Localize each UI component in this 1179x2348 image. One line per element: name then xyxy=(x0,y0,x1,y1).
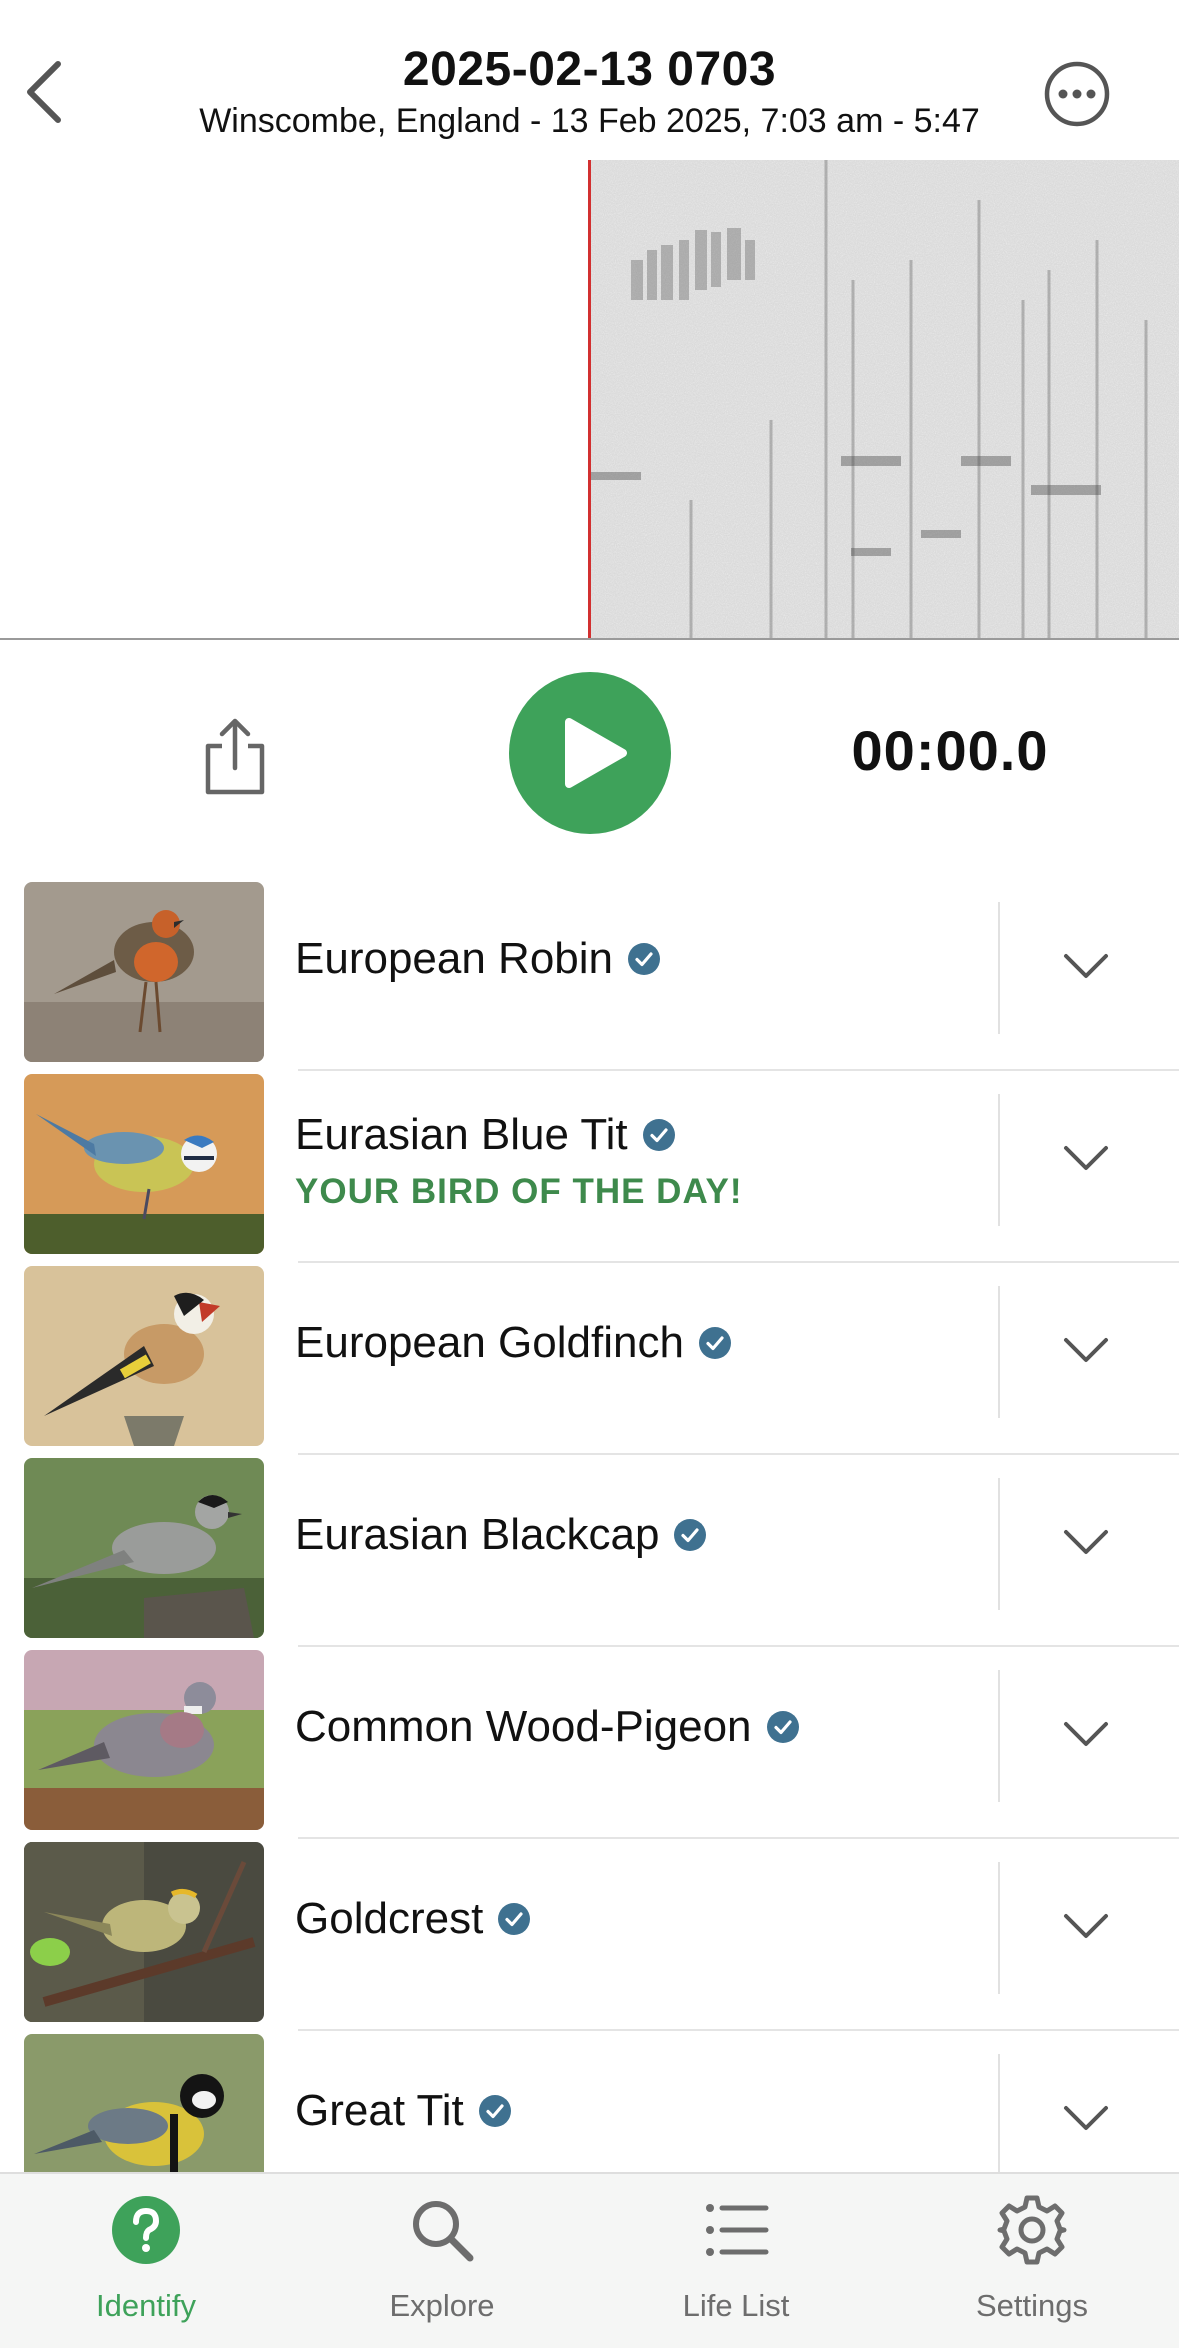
playhead[interactable] xyxy=(588,160,591,640)
row-divider xyxy=(298,1645,1179,1647)
chevron-down-icon[interactable] xyxy=(1060,940,1112,992)
bird-name: Common Wood-Pigeon xyxy=(295,1702,752,1751)
verified-badge-icon xyxy=(642,1119,675,1151)
list-icon xyxy=(706,2204,769,2256)
species-list: European Robin Eurasian Blue Tit YOUR BI… xyxy=(0,880,1179,2172)
bird-name: European Robin xyxy=(295,934,614,983)
recording-subtitle: Winscombe, England - 13 Feb 2025, 7:03 a… xyxy=(199,102,980,140)
verified-badge-icon xyxy=(498,1903,531,1935)
bird-name: Eurasian Blue Tit xyxy=(295,1110,628,1159)
row-divider xyxy=(298,2029,1179,2031)
bird-photo xyxy=(24,882,264,1062)
bird-photo xyxy=(24,1458,264,1638)
chevron-down-icon[interactable] xyxy=(1060,1132,1112,1184)
recording-title: 2025-02-13 0703 xyxy=(402,43,777,96)
play-icon xyxy=(565,718,627,788)
list-item[interactable]: Great Tit xyxy=(0,2032,1179,2172)
bird-name-line: Eurasian Blue Tit xyxy=(295,1110,676,1160)
bird-photo xyxy=(24,2034,264,2172)
bird-photo xyxy=(24,1650,264,1830)
playback-timer: 00:00.0 xyxy=(851,719,1049,782)
list-item[interactable]: Eurasian Blue Tit YOUR BIRD OF THE DAY! xyxy=(0,1072,1179,1264)
tab-settings[interactable]: Settings xyxy=(922,2174,1142,2348)
tab-label: Life List xyxy=(682,2288,790,2323)
bird-name-line: European Goldfinch xyxy=(295,1318,732,1368)
identify-icon xyxy=(112,2196,180,2264)
bird-name-line: European Robin xyxy=(295,934,661,984)
bird-name: Goldcrest xyxy=(295,1894,484,1943)
chevron-down-icon[interactable] xyxy=(1060,2092,1112,2144)
tab-explore[interactable]: Explore xyxy=(332,2174,552,2348)
verified-badge-icon xyxy=(766,1711,799,1743)
bird-photo xyxy=(24,1074,264,1254)
chevron-down-icon[interactable] xyxy=(1060,1708,1112,1760)
tab-identify[interactable]: Identify xyxy=(36,2174,256,2348)
chevron-down-icon[interactable] xyxy=(1060,1516,1112,1568)
tab-life-list[interactable]: Life List xyxy=(626,2174,846,2348)
play-button[interactable] xyxy=(509,672,671,834)
row-divider xyxy=(298,1837,1179,1839)
list-item[interactable]: Eurasian Blackcap xyxy=(0,1456,1179,1648)
row-divider xyxy=(298,1453,1179,1455)
list-item[interactable]: European Robin xyxy=(0,880,1179,1072)
divider xyxy=(0,638,1179,640)
bird-name: Great Tit xyxy=(295,2086,464,2135)
column-divider xyxy=(998,1670,1000,1802)
tab-label: Settings xyxy=(975,2288,1088,2323)
bird-name-line: Goldcrest xyxy=(295,1894,531,1944)
column-divider xyxy=(998,1094,1000,1226)
verified-badge-icon xyxy=(628,943,661,975)
more-icon xyxy=(1044,61,1110,127)
column-divider xyxy=(998,1862,1000,1994)
bird-of-the-day-badge: YOUR BIRD OF THE DAY! xyxy=(295,1172,743,1211)
share-button[interactable] xyxy=(200,716,270,796)
bird-photo xyxy=(24,1842,264,2022)
verified-badge-icon xyxy=(478,2095,511,2127)
list-item[interactable]: Goldcrest xyxy=(0,1840,1179,2032)
tab-bar: Identify Explore Life List Settings xyxy=(0,2172,1179,2348)
bird-name: Eurasian Blackcap xyxy=(295,1510,660,1559)
bird-name-line: Common Wood-Pigeon xyxy=(295,1702,800,1752)
row-divider xyxy=(298,1261,1179,1263)
column-divider xyxy=(998,902,1000,1034)
verified-badge-icon xyxy=(698,1327,731,1359)
verified-badge-icon xyxy=(674,1519,707,1551)
bird-name: European Goldfinch xyxy=(295,1318,684,1367)
more-options-button[interactable] xyxy=(1043,60,1111,128)
bird-photo xyxy=(24,1266,264,1446)
header: 2025-02-13 0703 Winscombe, England - 13 … xyxy=(0,0,1179,160)
chevron-down-icon[interactable] xyxy=(1060,1900,1112,1952)
bird-name-line: Great Tit xyxy=(295,2086,512,2136)
search-icon xyxy=(413,2201,474,2262)
tab-label: Explore xyxy=(389,2288,495,2323)
bird-name-line: Eurasian Blackcap xyxy=(295,1510,707,1560)
gear-icon xyxy=(997,2195,1067,2265)
column-divider xyxy=(998,1286,1000,1418)
tab-label: Identify xyxy=(96,2288,196,2323)
spectrogram-image xyxy=(591,160,1179,640)
list-item[interactable]: European Goldfinch xyxy=(0,1264,1179,1456)
chevron-down-icon[interactable] xyxy=(1060,1324,1112,1376)
share-icon xyxy=(205,718,265,795)
column-divider xyxy=(998,1478,1000,1610)
spectrogram[interactable] xyxy=(0,160,1179,640)
row-divider xyxy=(298,1069,1179,1071)
list-item[interactable]: Common Wood-Pigeon xyxy=(0,1648,1179,1840)
column-divider xyxy=(998,2054,1000,2172)
